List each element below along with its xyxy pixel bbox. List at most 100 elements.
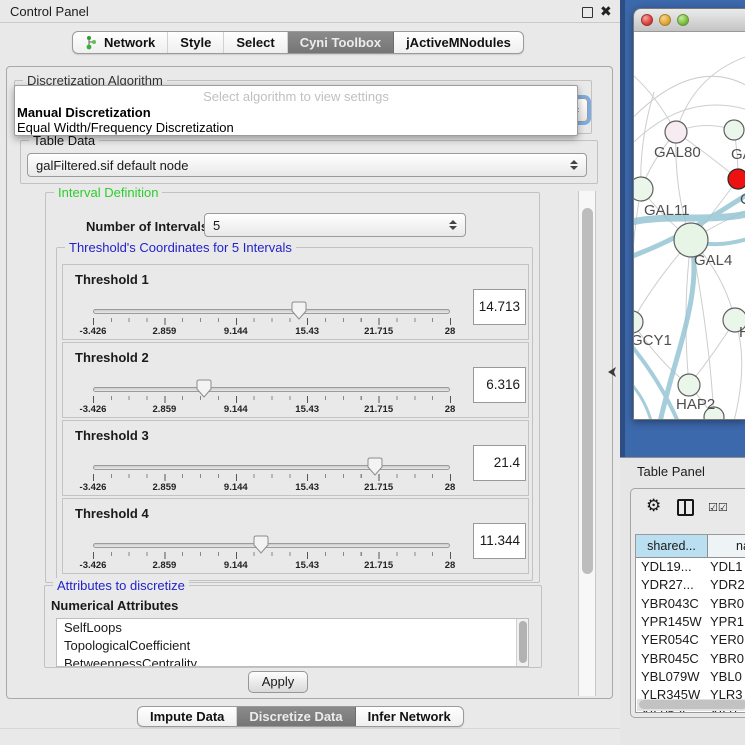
table-data-group: Table Data galFiltered.sif default node <box>20 140 598 184</box>
attributes-group-title: Attributes to discretize <box>53 578 189 593</box>
node-label-h-partial: H <box>739 324 745 341</box>
tab-network-label: Network <box>104 35 155 50</box>
column-header-name[interactable]: na <box>708 535 745 558</box>
cell: YBL079W <box>641 668 700 686</box>
numerical-attributes-label: Numerical Attributes <box>51 598 178 613</box>
zoom-traffic-light-icon[interactable] <box>677 14 689 26</box>
threshold-3-slider-handle[interactable] <box>367 457 383 476</box>
list-item[interactable]: SelfLoops <box>57 619 528 637</box>
tab-impute-data[interactable]: Impute Data <box>138 707 237 726</box>
threshold-2-slider-handle[interactable] <box>196 379 212 398</box>
threshold-2-slider-track[interactable] <box>93 387 450 392</box>
tick-label: -3.426 <box>80 326 107 337</box>
interval-definition-title: Interval Definition <box>54 185 162 200</box>
table-row[interactable]: YER054CYER0 <box>636 631 745 649</box>
select-columns-checkboxes-icon[interactable]: ☑☑ <box>708 501 728 514</box>
slider-major-ticks <box>93 396 451 403</box>
combo-stepper-icon <box>449 220 457 230</box>
tab-cyni-toolbox[interactable]: Cyni Toolbox <box>288 32 394 53</box>
node-label-gal4: GAL4 <box>694 252 732 269</box>
node-gal80[interactable] <box>665 121 687 143</box>
threshold-4-slider-track[interactable] <box>93 543 450 548</box>
tick-label: 21.715 <box>364 482 393 493</box>
tick-label: 15.43 <box>295 404 319 415</box>
threshold-1-label: Threshold 1 <box>75 272 149 287</box>
attributes-group: Attributes to discretize Numerical Attri… <box>44 585 542 668</box>
node-hap2[interactable] <box>678 374 700 396</box>
table-row[interactable]: YDR27... YDR2 <box>636 576 745 594</box>
tab-select[interactable]: Select <box>224 32 287 53</box>
slider-major-ticks <box>93 552 451 559</box>
network-graph: GAL80 GA C GAL11 GAL4 GCY1 H HAP2 <box>634 32 745 420</box>
popup-option-equal-width-frequency[interactable]: Equal Width/Frequency Discretization <box>17 120 234 135</box>
cell: YDR2 <box>710 576 745 594</box>
table-container: ⚙ ☑☑ shared... na YDL19...YDL1 YDR27...Y… <box>630 488 745 718</box>
cell: YDR27... <box>641 576 694 594</box>
cell: YBR043C <box>641 595 699 613</box>
list-item[interactable]: BetweennessCentrality <box>57 655 528 667</box>
threshold-4-label: Threshold 4 <box>75 506 149 521</box>
threshold-1-value-field[interactable]: 14.713 <box>473 289 526 325</box>
screen: Control Panel ✖ Network Style Select Cyn… <box>0 0 745 745</box>
table-row[interactable]: YBL079WYBL0 <box>636 668 745 686</box>
number-of-intervals-combobox[interactable]: 5 <box>204 213 466 237</box>
slider-major-ticks <box>93 474 451 481</box>
threshold-3-slider-track[interactable] <box>93 465 450 470</box>
tick-label: 9.144 <box>224 482 248 493</box>
node-label-gcy1: GCY1 <box>634 332 672 349</box>
node-top-right[interactable] <box>724 120 744 140</box>
node-gal11[interactable] <box>634 177 653 201</box>
table-data-combobox[interactable]: galFiltered.sif default node <box>27 153 587 177</box>
divider <box>0 728 620 729</box>
node-gcy1[interactable] <box>634 311 643 333</box>
apply-button[interactable]: Apply <box>248 671 308 693</box>
node-table[interactable]: shared... na YDL19...YDL1 YDR27... YDR2 Y… <box>635 534 745 713</box>
threshold-3-value-field[interactable]: 21.4 <box>473 445 526 481</box>
scrollbar-thumb[interactable] <box>582 208 593 574</box>
tab-impute-data-label: Impute Data <box>150 709 224 724</box>
close-traffic-light-icon[interactable] <box>641 14 653 26</box>
threshold-4-slider-handle[interactable] <box>253 535 269 554</box>
table-row[interactable]: YPR145WYPR1 <box>636 613 745 631</box>
threshold-1-slider-handle[interactable] <box>291 301 307 320</box>
threshold-2-panel: Threshold 2 -3.426 2.859 9.144 15.43 21.… <box>62 342 529 418</box>
table-horizontal-scrollbar[interactable] <box>637 699 745 711</box>
node-label-c-partial: C <box>740 191 745 208</box>
network-window-titlebar[interactable] <box>634 9 745 32</box>
threshold-2-value-field[interactable]: 6.316 <box>473 367 526 403</box>
close-icon[interactable]: ✖ <box>600 3 612 20</box>
numerical-attributes-list[interactable]: SelfLoops TopologicalCoefficient Between… <box>56 618 529 667</box>
slider-tick-labels: -3.426 2.859 9.144 15.43 21.715 28 <box>93 326 450 338</box>
list-item[interactable]: TopologicalCoefficient <box>57 637 528 655</box>
table-row[interactable]: YBR045CYBR0 <box>636 650 745 668</box>
tab-infer-network[interactable]: Infer Network <box>356 707 463 726</box>
gear-icon[interactable]: ⚙ <box>646 496 661 516</box>
number-of-intervals-label: Number of Intervals <box>86 219 208 234</box>
cell: YPR1 <box>710 613 744 631</box>
popup-option-manual-discretization[interactable]: Manual Discretization <box>17 105 151 120</box>
minimize-traffic-light-icon[interactable] <box>659 14 671 26</box>
threshold-4-value-field[interactable]: 11.344 <box>473 523 526 559</box>
columns-icon[interactable] <box>677 499 694 516</box>
tab-discretize-data[interactable]: Discretize Data <box>237 707 355 726</box>
tab-network[interactable]: Network <box>73 32 168 53</box>
float-window-icon[interactable] <box>582 7 593 18</box>
tab-jactivemnodules[interactable]: jActiveMNodules <box>394 32 523 53</box>
table-row[interactable]: YBR043C YBR0 <box>636 595 745 613</box>
tick-label: 15.43 <box>295 326 319 337</box>
node-selected-red[interactable] <box>728 169 745 189</box>
threshold-3-panel: Threshold 3 -3.426 2.859 9.144 15.43 21.… <box>62 420 529 496</box>
panel-vertical-scrollbar[interactable] <box>578 191 596 696</box>
combo-stepper-icon <box>570 160 578 170</box>
tab-style[interactable]: Style <box>168 32 224 53</box>
tick-label: 2.859 <box>153 326 177 337</box>
cell: YER054C <box>641 631 699 649</box>
column-header-shared-name[interactable]: shared... <box>636 535 708 558</box>
cell: YBR0 <box>710 595 744 613</box>
network-canvas[interactable]: GAL80 GA C GAL11 GAL4 GCY1 H HAP2 <box>634 32 745 420</box>
threshold-1-slider-track[interactable] <box>93 309 450 314</box>
list-scrollbar[interactable] <box>516 619 528 666</box>
tick-label: 28 <box>445 560 456 571</box>
table-row[interactable]: YDL19...YDL1 <box>636 558 745 576</box>
scrollbar-thumb[interactable] <box>639 700 745 709</box>
